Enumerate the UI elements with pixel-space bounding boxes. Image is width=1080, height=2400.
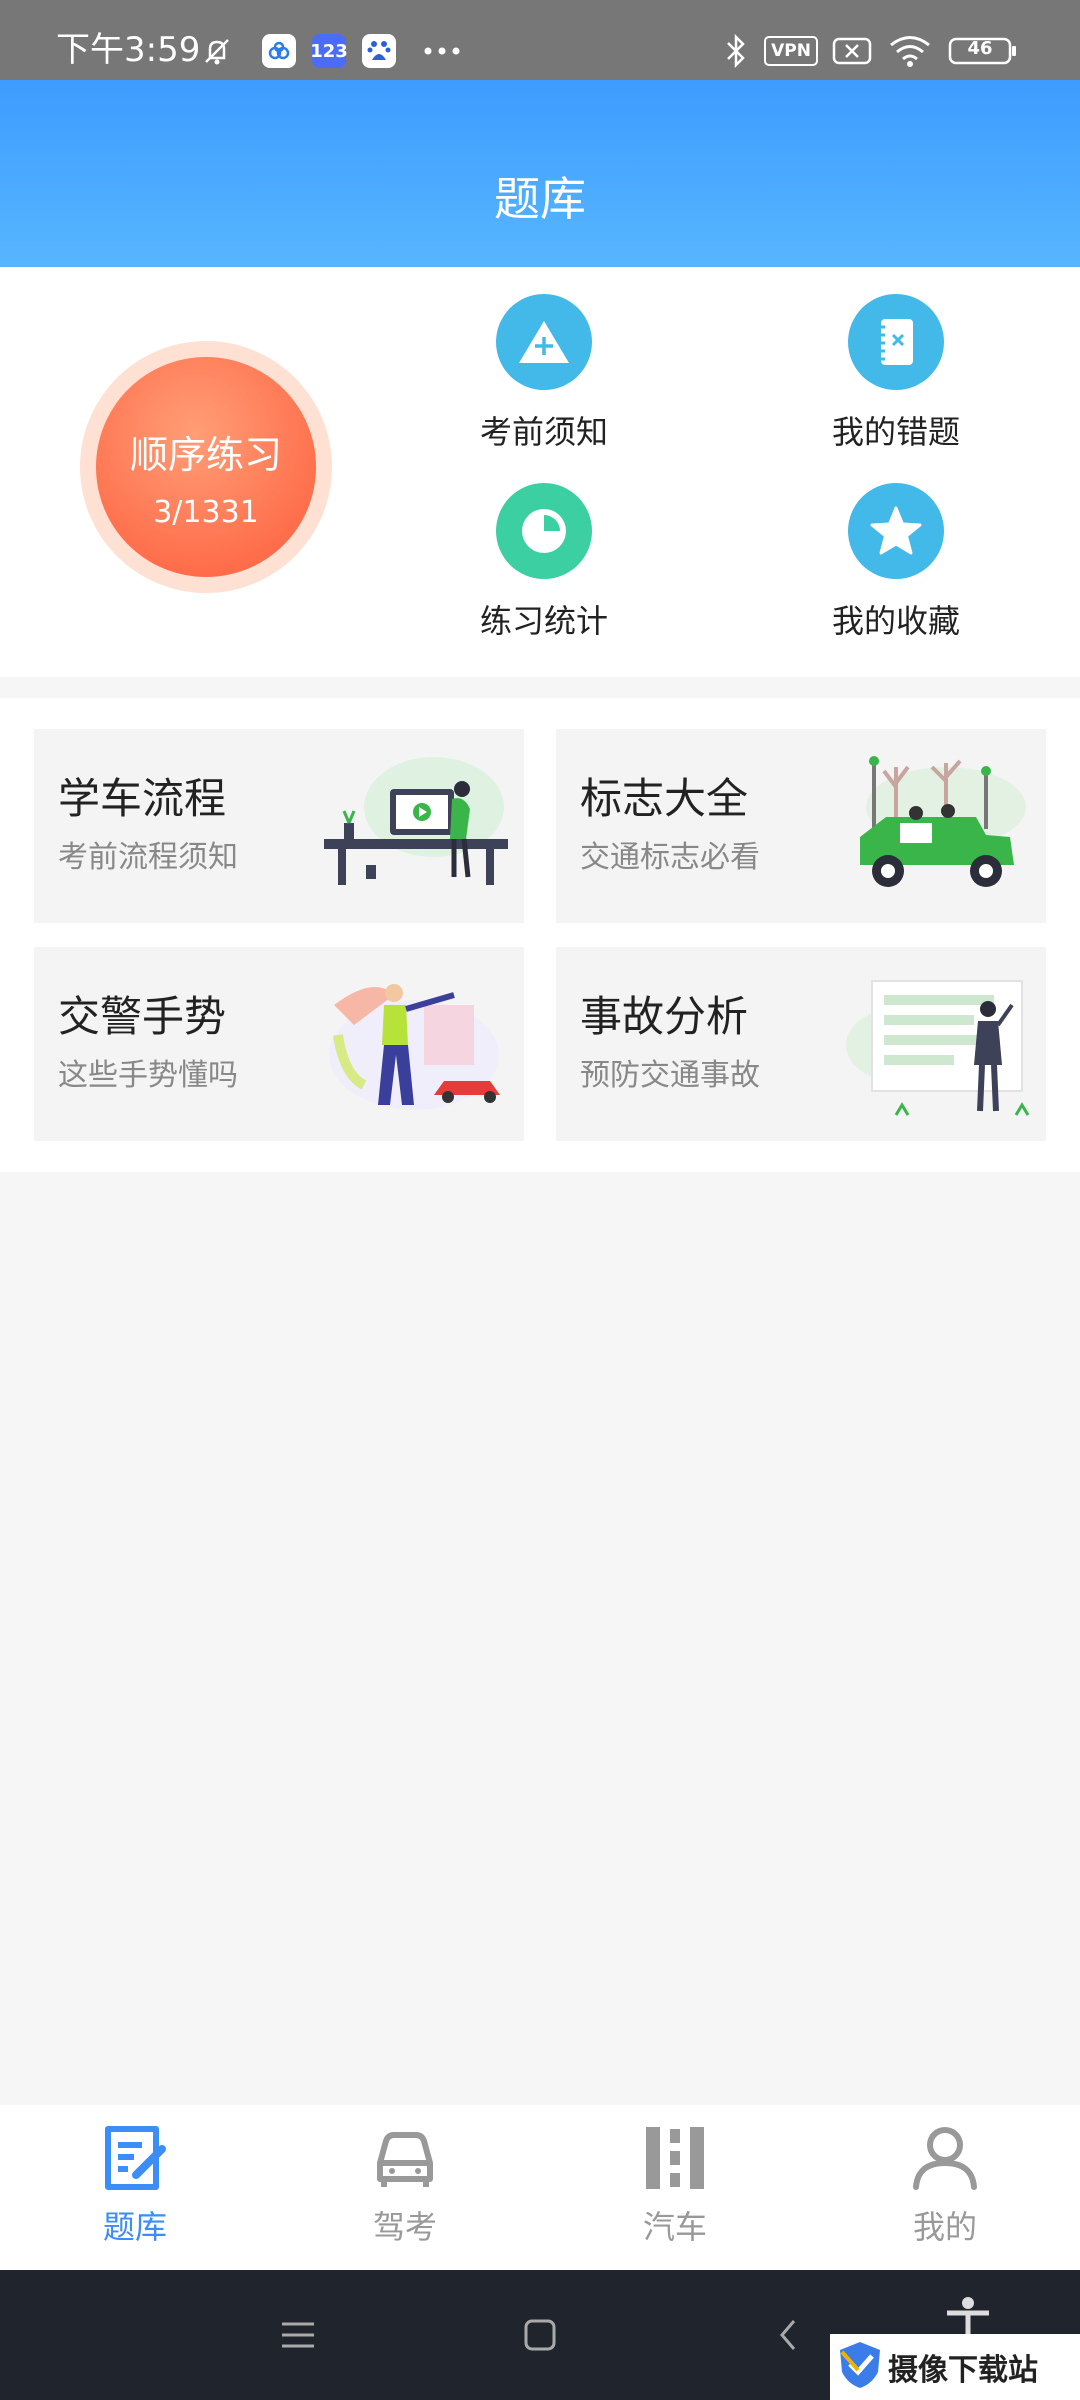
star-icon xyxy=(848,483,944,579)
card-police-gestures[interactable]: 交警手势 这些手势懂吗 xyxy=(34,947,524,1141)
feature-cards: 学车流程 考前流程须知 标志大全 交通标志必看 交警手势 这些手势懂吗 事故分析… xyxy=(0,698,1080,1172)
study-desk-illustration xyxy=(314,747,514,907)
bluetooth-icon xyxy=(722,34,750,68)
watermark: 摄像下载站 xyxy=(830,2334,1080,2400)
app-cloud-icon xyxy=(262,34,296,68)
quick-action-label: 练习统计 xyxy=(479,602,608,640)
tab-driving-exam[interactable]: 驾考 xyxy=(270,2105,540,2270)
status-time: 下午3:59 xyxy=(56,30,201,70)
sequential-practice-button[interactable]: 顺序练习 3/1331 xyxy=(96,357,316,577)
app-123-icon: 123 xyxy=(310,34,348,68)
practice-progress: 3/1331 xyxy=(153,495,259,530)
quick-action-favorites[interactable]: 我的收藏 xyxy=(796,483,996,663)
card-learning-process[interactable]: 学车流程 考前流程须知 xyxy=(34,729,524,923)
status-bar: 下午3:59 123 VPN 46 xyxy=(0,0,1080,80)
battery-icon: 46 xyxy=(948,34,1018,68)
whiteboard-illustration xyxy=(836,965,1036,1125)
card-traffic-signs[interactable]: 标志大全 交通标志必看 xyxy=(556,729,1046,923)
card-subtitle: 考前流程须知 xyxy=(58,840,238,875)
quick-action-exam-notice[interactable]: 考前须知 xyxy=(444,294,644,474)
quick-action-practice-stats[interactable]: 练习统计 xyxy=(444,483,644,663)
mute-icon xyxy=(200,34,234,68)
tab-label: 我的 xyxy=(912,2208,977,2246)
tab-label: 汽车 xyxy=(642,2208,707,2246)
quick-action-label: 考前须知 xyxy=(479,413,608,451)
wifi-icon xyxy=(888,34,932,68)
tab-me[interactable]: 我的 xyxy=(810,2105,1080,2270)
pie-chart-icon xyxy=(496,483,592,579)
practice-title: 顺序练习 xyxy=(129,433,282,477)
tab-car[interactable]: 汽车 xyxy=(540,2105,810,2270)
quick-action-label: 我的错题 xyxy=(831,413,960,451)
quick-action-wrong-questions[interactable]: 我的错题 xyxy=(796,294,996,474)
car-icon xyxy=(370,2123,440,2193)
sequential-practice-ring: 顺序练习 3/1331 xyxy=(80,341,332,593)
profile-icon xyxy=(910,2123,980,2193)
card-accident-analysis[interactable]: 事故分析 预防交通事故 xyxy=(556,947,1046,1141)
card-subtitle: 这些手势懂吗 xyxy=(58,1058,238,1093)
card-subtitle: 预防交通事故 xyxy=(580,1058,760,1093)
notebook-x-icon xyxy=(848,294,944,390)
sim-off-icon xyxy=(832,34,872,68)
watermark-text: 摄像下载站 xyxy=(888,2353,1038,2388)
question-bank-icon xyxy=(100,2123,170,2193)
card-subtitle: 交通标志必看 xyxy=(580,840,760,875)
card-title: 交警手势 xyxy=(58,992,227,1041)
menu-icon[interactable] xyxy=(258,2300,338,2370)
vpn-icon: VPN xyxy=(764,36,818,66)
road-icon xyxy=(640,2123,710,2193)
card-title: 学车流程 xyxy=(58,774,227,823)
home-icon[interactable] xyxy=(500,2300,580,2370)
bottom-tab-bar: 题库 驾考 汽车 我的 xyxy=(0,2105,1080,2270)
battery-level: 46 xyxy=(967,38,993,59)
app-baidu-icon xyxy=(362,34,396,68)
card-title: 标志大全 xyxy=(580,774,749,823)
quick-action-label: 我的收藏 xyxy=(831,602,960,640)
jeep-illustration xyxy=(836,747,1036,907)
quick-panel: 顺序练习 3/1331 考前须知 我的错题 练习统计 我的收藏 xyxy=(0,267,1080,677)
tab-label: 题库 xyxy=(102,2208,167,2246)
app-123-label: 123 xyxy=(310,40,348,62)
header: 题库 xyxy=(0,80,1080,267)
watermark-logo-icon xyxy=(838,2340,882,2394)
more-dots-icon xyxy=(422,34,462,68)
page-title: 题库 xyxy=(494,172,586,226)
card-title: 事故分析 xyxy=(580,992,749,1041)
back-icon[interactable] xyxy=(748,2300,828,2370)
triangle-plus-icon xyxy=(496,294,592,390)
vpn-label: VPN xyxy=(771,41,811,61)
tab-question-bank[interactable]: 题库 xyxy=(0,2105,270,2270)
traffic-police-illustration xyxy=(314,965,514,1125)
tab-label: 驾考 xyxy=(372,2208,437,2246)
